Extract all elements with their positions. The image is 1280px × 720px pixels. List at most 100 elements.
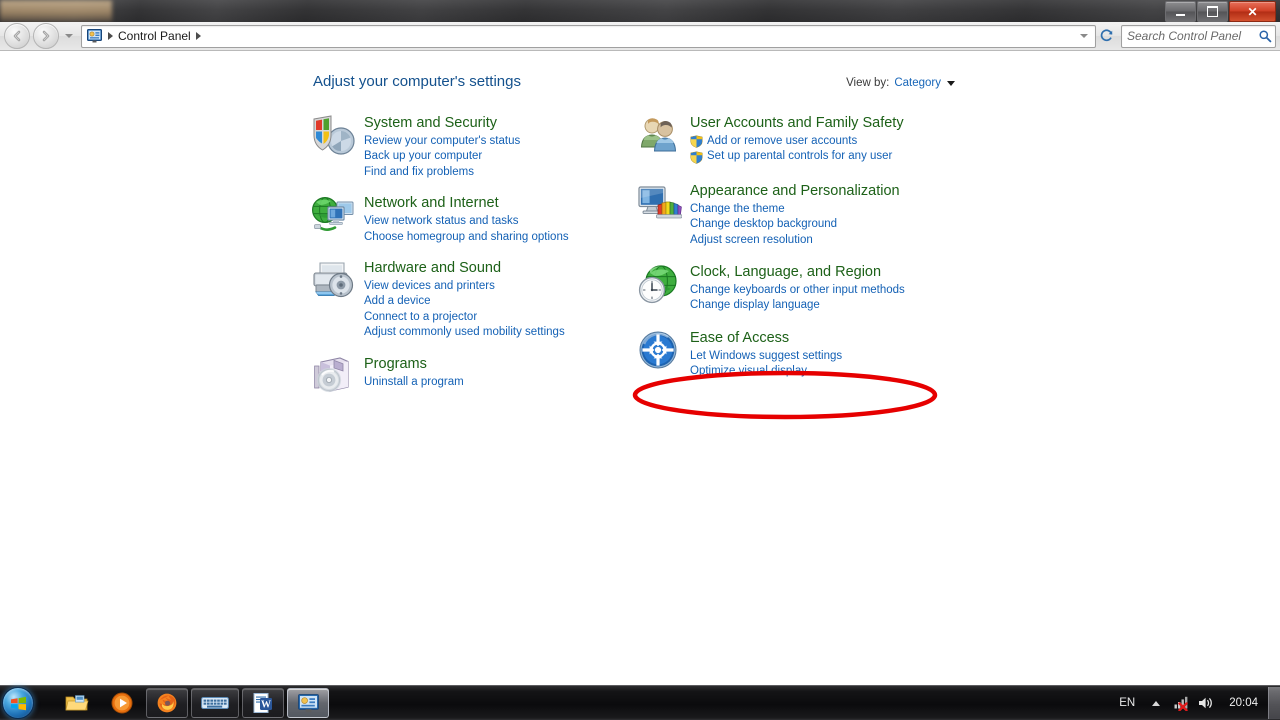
category-title[interactable]: Clock, Language, and Region (690, 264, 905, 281)
windows-explorer-icon (65, 695, 89, 711)
back-arrow-icon (13, 30, 21, 42)
category-link[interactable]: Add a device (364, 294, 565, 309)
category-link[interactable]: Choose homegroup and sharing options (364, 230, 569, 245)
tray-language-indicator[interactable]: EN (1111, 697, 1143, 709)
category-title[interactable]: Ease of Access (690, 330, 842, 347)
media-player-icon (111, 692, 133, 714)
appearance-monitor-icon[interactable] (636, 181, 684, 229)
navigation-bar: Control Panel Search Control Panel (0, 22, 1280, 51)
category-link[interactable]: View devices and printers (364, 279, 565, 294)
show-desktop-button[interactable] (1268, 687, 1280, 719)
category-link[interactable]: Add or remove user accounts (690, 134, 904, 149)
category-link-label: Choose homegroup and sharing options (364, 230, 569, 243)
window-controls: ✕ (1165, 1, 1276, 22)
clock-globe-icon[interactable] (636, 262, 684, 310)
category-link[interactable]: Connect to a projector (364, 310, 565, 325)
category-link[interactable]: Set up parental controls for any user (690, 149, 904, 164)
network-globe-icon (312, 197, 354, 232)
category-body: Clock, Language, and Region Change keyboa… (690, 262, 905, 314)
windows-logo-icon (10, 696, 26, 710)
printer-sound-icon (313, 262, 354, 298)
system-tray: EN 20:04 (1111, 686, 1280, 720)
category-link-label: Review your computer's status (364, 135, 521, 147)
category-title[interactable]: System and Security (364, 115, 520, 132)
forward-arrow-icon (42, 30, 50, 42)
category-link-label: View network status and tasks (364, 215, 519, 228)
printer-sound-icon[interactable] (310, 258, 358, 306)
user-accounts-icon (640, 118, 677, 152)
breadcrumb-separator-root (108, 32, 113, 40)
breadcrumb-control-panel[interactable]: Control Panel (118, 29, 191, 43)
chevron-down-icon (1080, 34, 1088, 38)
category-link-label: Adjust screen resolution (690, 233, 813, 246)
maximize-button[interactable] (1197, 1, 1228, 22)
minimize-icon (1176, 13, 1185, 16)
close-button[interactable]: ✕ (1229, 1, 1276, 22)
previous-locations-button[interactable] (1076, 34, 1095, 38)
network-disconnected-icon[interactable] (1169, 695, 1193, 711)
view-by-value[interactable]: Category (894, 77, 941, 89)
recent-pages-button[interactable] (62, 34, 76, 38)
category-link-label: Uninstall a program (364, 375, 464, 388)
category-link-label: Set up parental controls for any user (707, 150, 893, 163)
content-area: Adjust your computer's settings View by:… (0, 51, 1280, 696)
chevron-down-icon[interactable] (947, 80, 955, 86)
category-link[interactable]: Find and fix problems (364, 165, 520, 180)
category-link-label: Optimize visual display (690, 365, 807, 378)
category-link[interactable]: Change keyboards or other input methods (690, 283, 905, 298)
tray-clock[interactable]: 20:04 (1217, 697, 1268, 709)
category-link[interactable]: Change the theme (690, 202, 900, 217)
category-link[interactable]: Let Windows suggest settings (690, 349, 842, 364)
category-link[interactable]: Uninstall a program (364, 375, 464, 390)
category-link-label: Find and fix problems (364, 165, 474, 178)
ease-of-access-icon[interactable] (636, 328, 684, 376)
category-title[interactable]: Network and Internet (364, 195, 569, 212)
programs-disc-icon[interactable] (310, 354, 358, 402)
category-body: Appearance and Personalization Change the… (690, 181, 900, 248)
taskbar-button-media-player[interactable] (101, 688, 143, 718)
taskbar-button-control-panel[interactable] (287, 688, 329, 718)
category-link[interactable]: View network status and tasks (364, 214, 569, 229)
category-title[interactable]: Appearance and Personalization (690, 183, 900, 200)
search-input[interactable]: Search Control Panel (1122, 29, 1255, 43)
category-link-label: Let Windows suggest settings (690, 349, 843, 362)
taskbar-button-on-screen-keyboard[interactable] (191, 688, 239, 718)
refresh-button[interactable] (1096, 28, 1118, 44)
category-link[interactable]: Optimize visual display (690, 364, 842, 379)
forward-button[interactable] (33, 23, 59, 49)
category-body: Ease of Access Let Windows suggest settin… (690, 328, 842, 380)
category-title[interactable]: User Accounts and Family Safety (690, 115, 904, 132)
minimize-button[interactable] (1165, 1, 1196, 22)
category-link[interactable]: Back up your computer (364, 149, 520, 164)
security-shield-icon[interactable] (310, 113, 358, 161)
category-link-label: Connect to a projector (364, 310, 478, 323)
category-hardware-and-sound: Hardware and Sound View devices and print… (310, 258, 615, 341)
category-title[interactable]: Programs (364, 356, 464, 373)
category-link[interactable]: Adjust screen resolution (690, 233, 900, 248)
start-button[interactable] (2, 687, 34, 719)
category-ease-of-access: Ease of Access Let Windows suggest settin… (636, 328, 966, 380)
category-link-label: Change desktop background (690, 218, 838, 231)
category-link[interactable]: Adjust commonly used mobility settings (364, 325, 565, 340)
address-bar[interactable]: Control Panel (81, 24, 1096, 48)
user-accounts-icon[interactable] (636, 113, 684, 161)
category-link[interactable]: Review your computer's status (364, 134, 520, 149)
on-screen-keyboard-icon (201, 697, 229, 709)
breadcrumb-separator-next[interactable] (195, 32, 201, 40)
view-by-label: View by: (846, 77, 890, 89)
programs-disc-icon (314, 357, 349, 392)
network-globe-icon[interactable] (310, 193, 358, 241)
category-link[interactable]: Change desktop background (690, 217, 900, 232)
category-title[interactable]: Hardware and Sound (364, 260, 565, 277)
taskbar-button-explorer[interactable] (56, 688, 98, 718)
back-button[interactable] (4, 23, 30, 49)
title-bar-glass-reflection (0, 0, 112, 22)
show-hidden-icons-button[interactable] (1143, 700, 1169, 706)
speaker-icon[interactable] (1193, 695, 1217, 711)
firefox-icon (157, 693, 177, 713)
taskbar-button-word[interactable]: W (242, 688, 284, 718)
category-programs: Programs Uninstall a program (310, 354, 615, 402)
search-box[interactable]: Search Control Panel (1121, 24, 1276, 48)
taskbar-button-firefox[interactable] (146, 688, 188, 718)
category-link[interactable]: Change display language (690, 298, 905, 313)
